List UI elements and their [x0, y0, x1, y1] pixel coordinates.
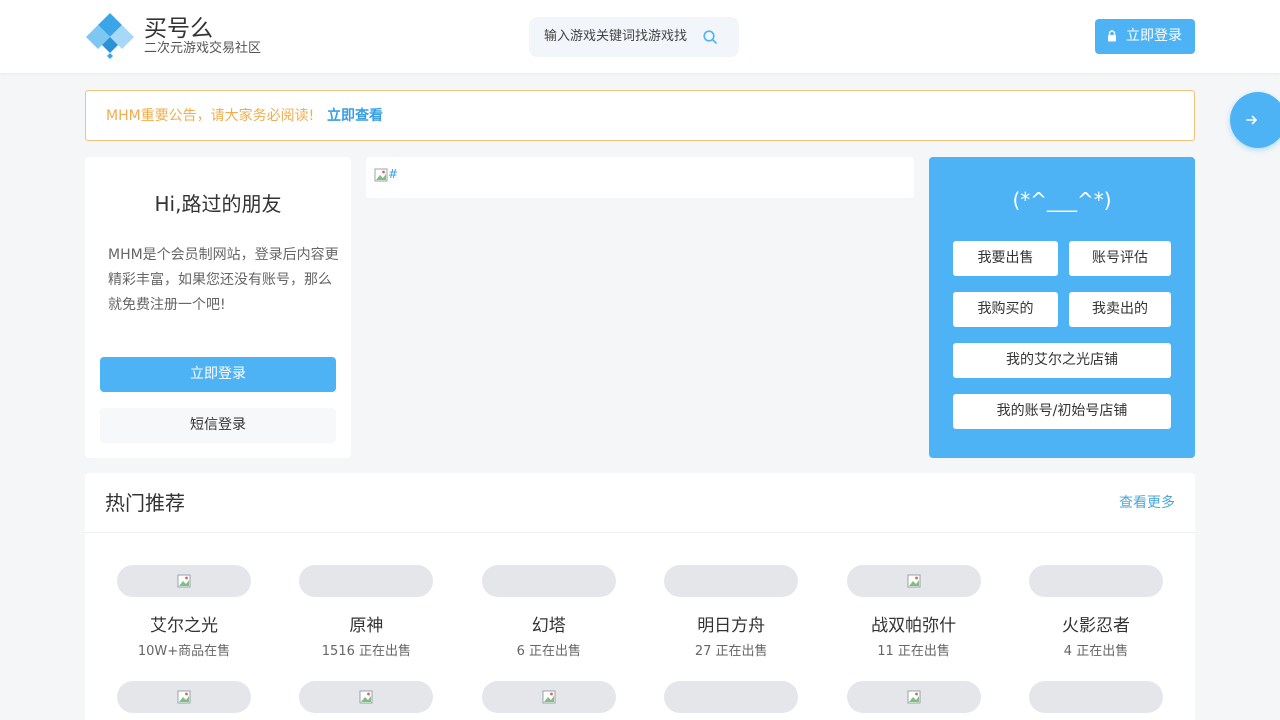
game-name[interactable]: 原神	[275, 615, 457, 637]
sms-login-button[interactable]: 短信登录	[100, 408, 336, 443]
search-input[interactable]: 输入游戏关键词找游戏找	[544, 29, 687, 45]
search-icon[interactable]	[703, 30, 717, 44]
game-thumbnail[interactable]	[117, 565, 251, 597]
broken-image-icon	[177, 574, 191, 588]
notice-link[interactable]: 立即查看	[327, 107, 383, 125]
bought-button[interactable]: 我购买的	[953, 292, 1058, 327]
view-more-link[interactable]: 查看更多	[1119, 494, 1175, 512]
game-name[interactable]: 幻塔	[458, 615, 640, 637]
emoticon: (*^___^*)	[1012, 188, 1112, 212]
logo-icon[interactable]	[86, 13, 134, 59]
game-thumbnail[interactable]	[117, 681, 251, 713]
brand-title[interactable]: 买号么	[144, 16, 213, 42]
game-count: 10W+商品在售	[137, 644, 231, 659]
game-name[interactable]: 火影忍者	[1005, 615, 1187, 637]
game-thumbnail[interactable]	[1029, 565, 1163, 597]
broken-image-icon	[907, 574, 921, 588]
game-count: 1516 正在出售	[321, 644, 411, 659]
search-box[interactable]: 输入游戏关键词找游戏找	[529, 17, 739, 57]
sold-button[interactable]: 我卖出的	[1069, 292, 1171, 327]
lock-icon	[1108, 30, 1116, 42]
game-thumbnail[interactable]	[846, 565, 981, 597]
hot-section: 热门推荐 查看更多 艾尔之光 10W+商品在售 原神 1516 正在出售 幻塔 6 正在出…	[85, 473, 1195, 720]
broken-image-icon	[359, 690, 373, 704]
account-shop-button[interactable]: 我的账号/初始号店铺	[953, 394, 1171, 429]
section-title: 热门推荐	[105, 491, 185, 515]
broken-image-icon	[542, 690, 556, 704]
game-thumbnail[interactable]	[664, 681, 799, 713]
divider	[85, 532, 1195, 533]
banner[interactable]: #	[366, 157, 914, 198]
broken-image-icon	[374, 168, 388, 181]
game-name[interactable]: 战双帕弥什	[823, 615, 1005, 637]
quick-panel: (*^___^*) 我要出售 账号评估 我购买的 我卖出的 我的艾尔之光店铺 我…	[929, 157, 1195, 458]
broken-image-icon	[177, 690, 191, 704]
my-shop-button[interactable]: 我的艾尔之光店铺	[953, 343, 1171, 378]
game-count: 11 正在出售	[877, 644, 950, 659]
game-thumbnail[interactable]	[299, 565, 434, 597]
game-name[interactable]: 明日方舟	[640, 615, 822, 637]
game-thumbnail[interactable]	[299, 681, 434, 713]
header-login-button[interactable]: 立即登录	[1095, 19, 1195, 54]
intro-text: MHM是个会员制网站，登录后内容更精彩丰富，如果您还没有账号，那么就免费注册一个…	[108, 247, 339, 313]
notice-bar: MHM重要公告，请大家务必阅读! 立即查看	[85, 90, 1195, 141]
user-card: Hi,路过的朋友 MHM是个会员制网站，登录后内容更精彩丰富，如果您还没有账号，…	[85, 157, 351, 458]
game-thumbnail[interactable]	[846, 681, 981, 713]
side-expand-button[interactable]	[1230, 92, 1280, 148]
sell-button[interactable]: 我要出售	[953, 241, 1058, 276]
appraise-button[interactable]: 账号评估	[1069, 241, 1171, 276]
game-count: 4 正在出售	[1063, 644, 1129, 659]
broken-image-icon	[907, 690, 921, 704]
login-button[interactable]: 立即登录	[100, 357, 336, 392]
banner-alt-text: #	[388, 167, 399, 181]
game-count: 27 正在出售	[694, 644, 768, 659]
game-count: 6 正在出售	[516, 644, 581, 659]
greeting: Hi,路过的朋友	[154, 192, 282, 216]
header-login-label: 立即登录	[1126, 28, 1182, 44]
game-thumbnail[interactable]	[481, 565, 616, 597]
game-thumbnail[interactable]	[1029, 681, 1163, 713]
game-thumbnail[interactable]	[481, 681, 616, 713]
game-thumbnail[interactable]	[664, 565, 799, 597]
arrow-right-icon	[1246, 115, 1257, 125]
brand-subtitle: 二次元游戏交易社区	[144, 41, 262, 56]
banner-image[interactable]: #	[374, 167, 398, 182]
game-name[interactable]: 艾尔之光	[93, 615, 275, 637]
notice-text: MHM重要公告，请大家务必阅读!	[106, 108, 315, 124]
header: 买号么 二次元游戏交易社区 输入游戏关键词找游戏找 立即登录	[0, 0, 1280, 73]
